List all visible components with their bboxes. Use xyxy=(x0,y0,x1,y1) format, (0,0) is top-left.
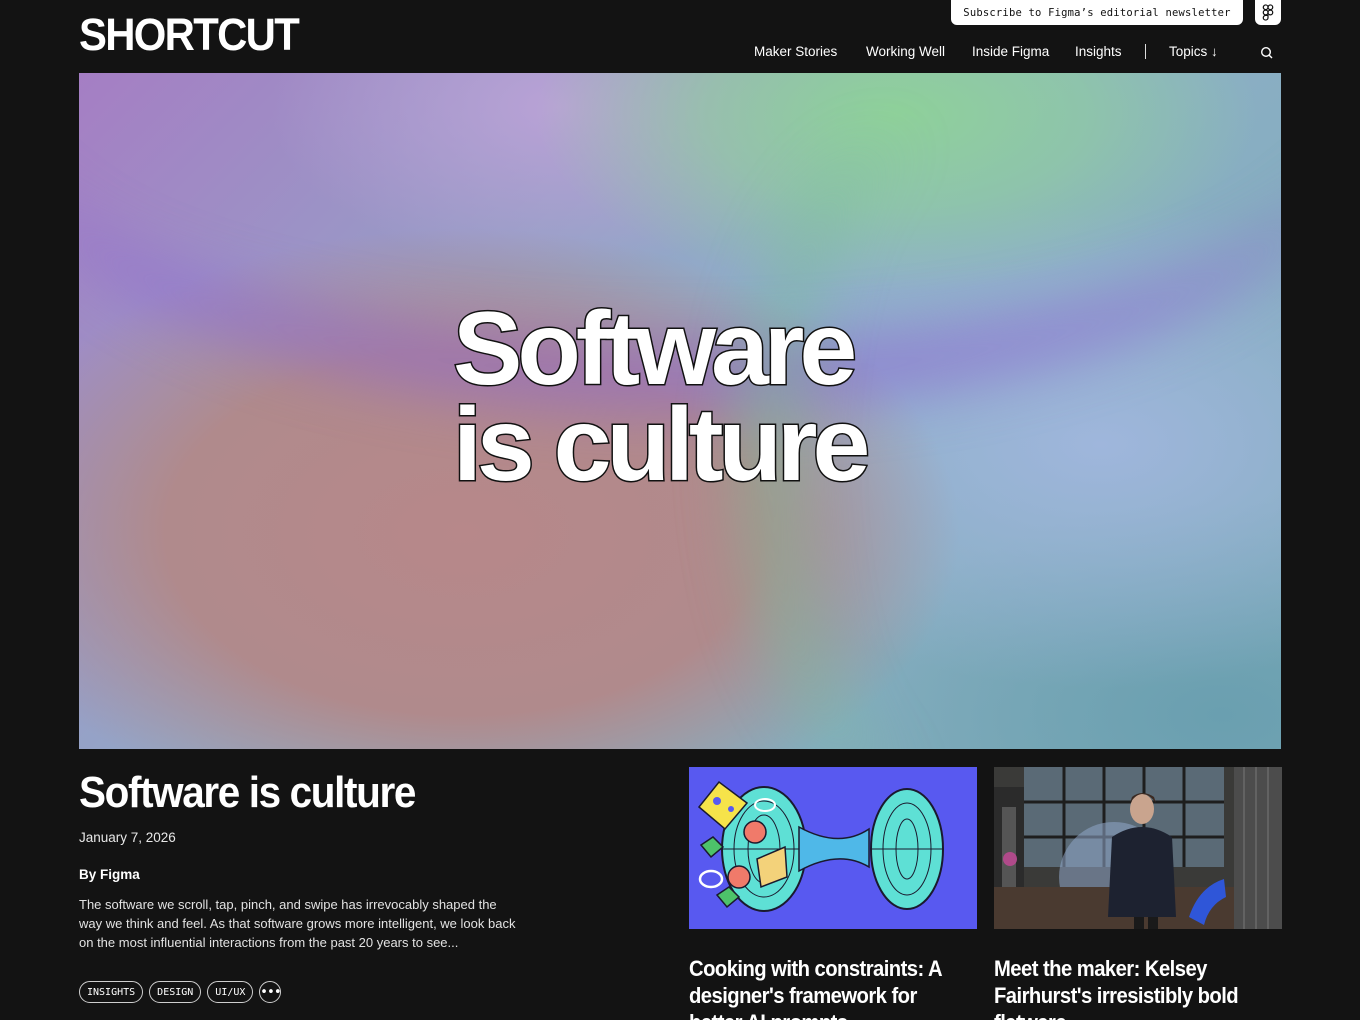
figma-icon xyxy=(1262,4,1274,21)
more-tags-button[interactable]: ••• xyxy=(259,981,282,1003)
site-logo[interactable]: SHORTCUT xyxy=(79,12,300,57)
featured-article-title[interactable]: Software is culture xyxy=(79,769,416,816)
card-image-meet-the-maker[interactable] xyxy=(994,767,1282,929)
figma-logo-button[interactable] xyxy=(1255,0,1281,25)
workshop-photo xyxy=(994,767,1282,929)
hero-title-line2: is culture xyxy=(451,387,871,503)
featured-article-date: January 7, 2026 xyxy=(79,830,176,845)
tag-ui-ux[interactable]: UI/UX xyxy=(207,981,254,1003)
featured-article-tags: INSIGHTS DESIGN UI/UX ••• xyxy=(79,981,282,1003)
tag-design[interactable]: DESIGN xyxy=(149,981,202,1003)
tag-insights[interactable]: INSIGHTS xyxy=(79,981,144,1003)
hero-title-line1: Software xyxy=(451,291,858,407)
newsletter-subscribe-button[interactable]: Subscribe to Figma’s editorial newslette… xyxy=(951,0,1243,25)
nav-divider xyxy=(1145,44,1146,59)
nav-topics-dropdown[interactable]: Topics ↓ xyxy=(1169,44,1218,59)
nav-working-well[interactable]: Working Well xyxy=(866,44,945,59)
featured-article-excerpt: The software we scroll, tap, pinch, and … xyxy=(79,897,516,950)
nav-inside-figma[interactable]: Inside Figma xyxy=(972,44,1049,59)
page: SHORTCUT Subscribe to Figma’s editorial … xyxy=(0,0,1360,1020)
featured-article-byline: By Figma xyxy=(79,867,140,882)
card-image-cooking-constraints[interactable] xyxy=(689,767,977,929)
card-title-cooking-constraints[interactable]: Cooking with constraints: A designer's f… xyxy=(689,955,956,1020)
card-title-meet-the-maker[interactable]: Meet the maker: Kelsey Fairhurst's irres… xyxy=(994,955,1261,1020)
hero-banner[interactable]: Software is culture xyxy=(79,73,1281,749)
nav-maker-stories[interactable]: Maker Stories xyxy=(754,44,837,59)
funnel-illustration xyxy=(697,780,944,912)
nav-insights[interactable]: Insights xyxy=(1075,44,1122,59)
search-icon[interactable] xyxy=(1259,45,1275,61)
hero-title: Software is culture xyxy=(451,291,871,503)
